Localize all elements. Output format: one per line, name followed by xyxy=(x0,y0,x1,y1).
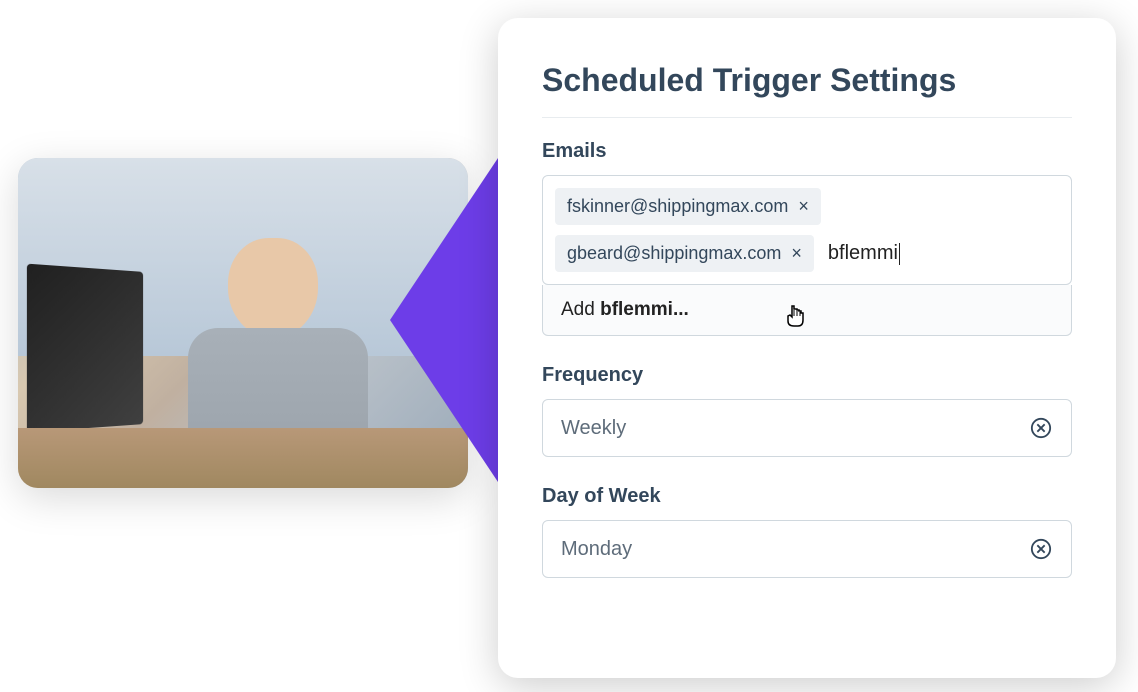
email-chip: gbeard@shippingmax.com × xyxy=(555,235,814,272)
emails-label: Emails xyxy=(542,140,1072,163)
text-cursor-icon xyxy=(899,243,900,265)
frequency-value: Weekly xyxy=(561,417,626,440)
day-of-week-select[interactable]: Monday xyxy=(542,520,1072,578)
autocomplete-suggestion[interactable]: Add bflemmi... xyxy=(542,285,1072,336)
day-of-week-value: Monday xyxy=(561,538,632,561)
clear-day-icon[interactable] xyxy=(1029,537,1053,561)
remove-chip-icon[interactable]: × xyxy=(798,196,809,217)
suggestion-prefix: Add xyxy=(561,299,600,320)
pointer-cursor-icon xyxy=(783,303,809,337)
email-chip-text: fskinner@shippingmax.com xyxy=(567,196,788,217)
frequency-label: Frequency xyxy=(542,364,1072,387)
emails-input-box[interactable]: fskinner@shippingmax.com × gbeard@shippi… xyxy=(542,175,1072,285)
frequency-select[interactable]: Weekly xyxy=(542,399,1072,457)
email-chip: fskinner@shippingmax.com × xyxy=(555,188,821,225)
remove-chip-icon[interactable]: × xyxy=(791,243,802,264)
clear-frequency-icon[interactable] xyxy=(1029,416,1053,440)
callout-connector xyxy=(390,140,510,500)
email-chip-text: gbeard@shippingmax.com xyxy=(567,243,781,264)
settings-panel: Scheduled Trigger Settings Emails fskinn… xyxy=(498,18,1116,678)
day-of-week-label: Day of Week xyxy=(542,485,1072,508)
suggestion-match: bflemmi... xyxy=(600,299,689,320)
panel-title: Scheduled Trigger Settings xyxy=(542,62,1072,118)
email-typing-text[interactable]: bflemmi xyxy=(824,236,904,271)
